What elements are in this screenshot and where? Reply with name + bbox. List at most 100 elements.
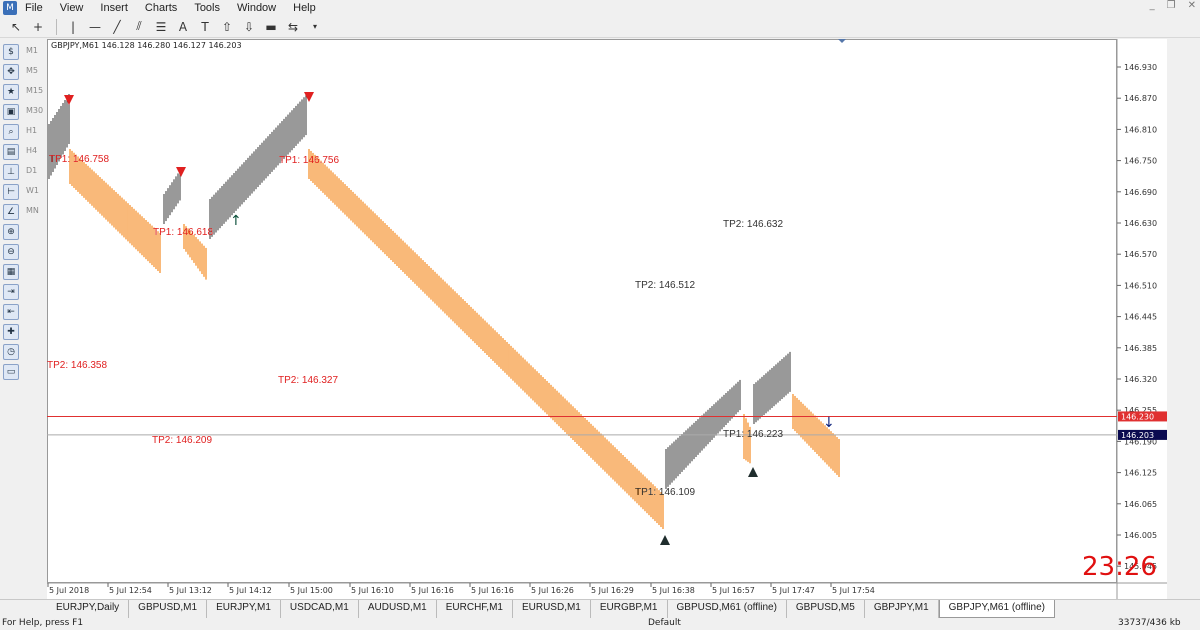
text-icon[interactable]: A xyxy=(173,18,193,36)
chart-window[interactable]: 146.930 146.870 146.810 146.750 146.690 146.6… xyxy=(47,39,1167,599)
shapes-icon[interactable]: ⇆ xyxy=(283,18,303,36)
bid-price-tag-label: 146.203 xyxy=(1121,431,1154,440)
timeframe-m15[interactable]: M15 xyxy=(26,86,46,106)
app-logo-icon: M xyxy=(3,1,17,15)
time-tick-label: 5 Jul 14:12 xyxy=(229,586,272,595)
time-tick-label: 5 Jul 17:54 xyxy=(832,586,875,595)
price-tick-label: 146.125 xyxy=(1124,469,1157,478)
timeframe-h1[interactable]: H1 xyxy=(26,126,46,146)
vertical-line-icon[interactable]: | xyxy=(63,18,83,36)
history-icon[interactable]: ◷ xyxy=(3,344,19,360)
zoom-out-icon[interactable]: ⊖ xyxy=(3,244,19,260)
menu-tools[interactable]: Tools xyxy=(194,2,220,14)
autoscroll-icon[interactable]: ⇥ xyxy=(3,284,19,300)
tp-label: TP2: 146.327 xyxy=(278,375,338,386)
time-tick-label: 5 Jul 16:16 xyxy=(411,586,454,595)
cursor-icon[interactable]: ↖ xyxy=(6,18,26,36)
timeframe-d1[interactable]: D1 xyxy=(26,166,46,186)
price-chart[interactable]: 146.930 146.870 146.810 146.750 146.690 146.6… xyxy=(47,39,1167,599)
tab-eurjpy-m1[interactable]: EURJPY,M1 xyxy=(207,600,281,618)
price-tick-label: 146.385 xyxy=(1124,344,1157,353)
menu-bar: M File View Insert Charts Tools Window H… xyxy=(0,0,1200,16)
separator xyxy=(56,18,57,35)
options-icon[interactable]: ▭ xyxy=(3,364,19,380)
menu-file[interactable]: File xyxy=(25,2,43,14)
close-icon[interactable]: ✕ xyxy=(1188,0,1196,11)
tab-eurusd-m1[interactable]: EURUSD,M1 xyxy=(513,600,591,618)
tp-label: TP2: 146.512 xyxy=(635,280,695,291)
chevron-down-icon[interactable]: ▾ xyxy=(305,18,325,36)
tab-gbpusd-m61-offline[interactable]: GBPUSD,M61 (offline) xyxy=(668,600,787,618)
price-tick-label: 146.570 xyxy=(1124,250,1157,259)
trendline-icon[interactable]: ╱ xyxy=(107,18,127,36)
tp-label: TP1: 146.618 xyxy=(153,227,213,238)
tab-gbpjpy-m1[interactable]: GBPJPY,M1 xyxy=(865,600,939,618)
tp-label: TP2: 146.209 xyxy=(152,435,212,446)
navigator-icon[interactable]: ✥ xyxy=(3,64,19,80)
timeframe-mn[interactable]: MN xyxy=(26,206,46,226)
price-tick-label: 146.690 xyxy=(1124,188,1157,197)
time-tick-label: 5 Jul 16:16 xyxy=(471,586,514,595)
tab-usdcad-m1[interactable]: USDCAD,M1 xyxy=(281,600,359,618)
text-label-icon[interactable]: T xyxy=(195,18,215,36)
time-tick-label: 5 Jul 13:12 xyxy=(169,586,212,595)
new-order-icon[interactable]: ✚ xyxy=(3,324,19,340)
rectangle-icon[interactable]: ▬ xyxy=(261,18,281,36)
tab-eurchf-m1[interactable]: EURCHF,M1 xyxy=(437,600,513,618)
tab-gbpjpy-m61-offline[interactable]: GBPJPY,M61 (offline) xyxy=(938,600,1055,618)
terminal-icon[interactable]: ▤ xyxy=(3,144,19,160)
chart-header: GBPJPY,M61 146.128 146.280 146.127 146.2… xyxy=(51,41,242,50)
channel-icon[interactable]: ⫽ xyxy=(129,18,149,36)
status-help: For Help, press F1 xyxy=(2,618,84,628)
favorites-icon[interactable]: ★ xyxy=(3,84,19,100)
time-tick-label: 5 Jul 16:38 xyxy=(652,586,695,595)
tab-audusd-m1[interactable]: AUDUSD,M1 xyxy=(359,600,437,618)
candle-timer: 23:26 xyxy=(1082,552,1157,582)
tp-label: TP2: 146.358 xyxy=(47,360,107,371)
timeframe-column: M1 M5 M15 M30 H1 H4 D1 W1 MN xyxy=(26,46,46,226)
window-controls: _ ❐ ✕ xyxy=(1150,0,1196,11)
ask-price-tag-label: 146.230 xyxy=(1121,412,1154,421)
menu-window[interactable]: Window xyxy=(237,2,276,14)
timeframe-h4[interactable]: H4 xyxy=(26,146,46,166)
price-tick-label: 146.320 xyxy=(1124,375,1157,384)
arrow-down-icon[interactable]: ⇩ xyxy=(239,18,259,36)
strategy-tester-icon[interactable]: ⌕ xyxy=(3,124,19,140)
restore-icon[interactable]: ❐ xyxy=(1167,0,1176,11)
right-scroll-area xyxy=(1189,40,1200,600)
tab-gbpusd-m1[interactable]: GBPUSD,M1 xyxy=(129,600,208,618)
time-tick-label: 5 Jul 16:26 xyxy=(531,586,574,595)
buy-signal-arrow-icon: ↑ xyxy=(230,213,242,229)
tab-gbpusd-m5[interactable]: GBPUSD,M5 xyxy=(787,600,865,618)
status-profile: Default xyxy=(648,618,681,628)
menu-insert[interactable]: Insert xyxy=(100,2,128,14)
time-tick-label: 5 Jul 12:54 xyxy=(109,586,152,595)
timeframe-m1[interactable]: M1 xyxy=(26,46,46,66)
horizontal-line-icon[interactable]: — xyxy=(85,18,105,36)
tab-eurgbp-m1[interactable]: EURGBP,M1 xyxy=(591,600,668,618)
tab-eurjpy-daily[interactable]: EURJPY,Daily xyxy=(47,600,130,618)
price-tick-label: 146.750 xyxy=(1124,157,1157,166)
price-tick-label: 146.870 xyxy=(1124,94,1157,103)
chart-shift-icon[interactable]: ⇤ xyxy=(3,304,19,320)
timeframe-m5[interactable]: M5 xyxy=(26,66,46,86)
zoom-in-icon[interactable]: ⊕ xyxy=(3,224,19,240)
arrow-up-icon[interactable]: ⇧ xyxy=(217,18,237,36)
data-window-icon[interactable]: ▣ xyxy=(3,104,19,120)
indicator-icon[interactable]: ∠ xyxy=(3,204,19,220)
timeframe-w1[interactable]: W1 xyxy=(26,186,46,206)
fibonacci-icon[interactable]: ☰ xyxy=(151,18,171,36)
menu-help[interactable]: Help xyxy=(293,2,316,14)
time-tick-label: 5 Jul 17:47 xyxy=(772,586,815,595)
market-watch-icon[interactable]: $ xyxy=(3,44,19,60)
menu-view[interactable]: View xyxy=(60,2,84,14)
period-sep-icon[interactable]: ⊢ xyxy=(3,184,19,200)
menu-charts[interactable]: Charts xyxy=(145,2,177,14)
tp-label: TP1: 146.223 xyxy=(723,429,783,440)
minimize-icon[interactable]: _ xyxy=(1150,0,1155,11)
tile-icon[interactable]: ▦ xyxy=(3,264,19,280)
crosshair-icon[interactable]: + xyxy=(28,18,48,36)
price-tick-label: 146.065 xyxy=(1124,500,1157,509)
timeframe-m30[interactable]: M30 xyxy=(26,106,46,126)
trade-icon[interactable]: ⊥ xyxy=(3,164,19,180)
